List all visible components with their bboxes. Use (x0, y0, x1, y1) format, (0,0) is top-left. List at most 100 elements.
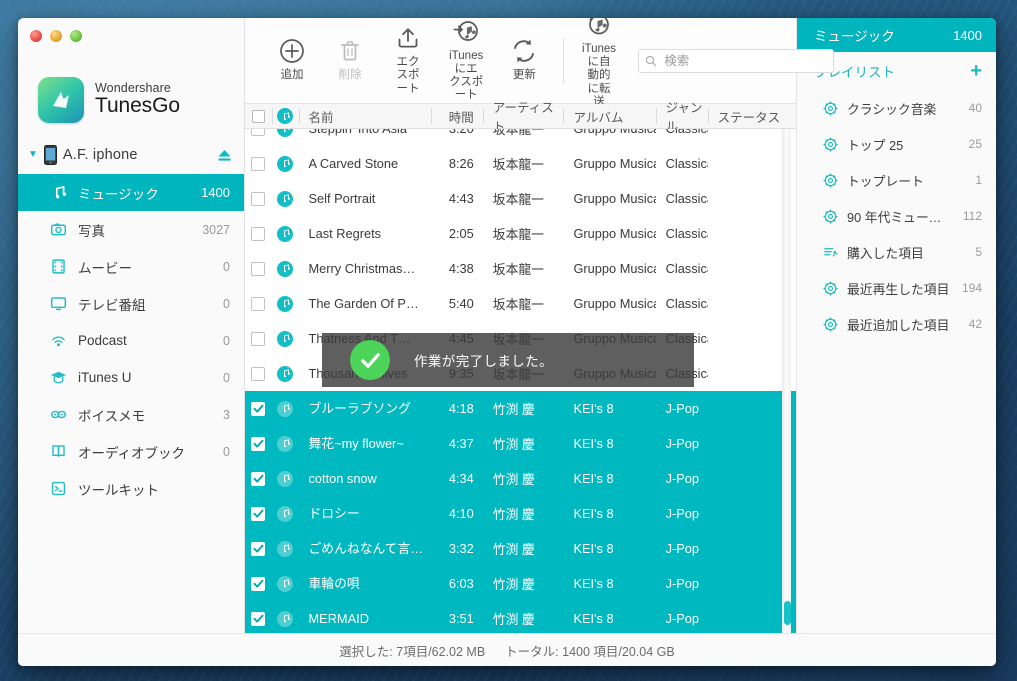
table-row[interactable]: Steppin' Into Asia3:20 坂本龍一 Gruppo Musical… (245, 129, 796, 146)
eject-icon[interactable] (217, 149, 232, 162)
close-window-button[interactable] (30, 30, 42, 42)
table-row[interactable]: The Garden Of P… 5:40 坂本龍一 Gruppo Musicale C… (245, 286, 796, 321)
playlist-item-7[interactable]: 最近追加した項目 42 (797, 306, 996, 342)
table-row[interactable]: A Carved Stone 8:26 坂本龍一 Gruppo Musicale Cla… (245, 146, 796, 181)
track-list-scrollbar[interactable] (782, 129, 791, 633)
row-genre: J-Pop (665, 576, 700, 591)
table-row[interactable]: Merry Christmas… 4:38 坂本龍一 Gruppo Musicale C… (245, 251, 796, 286)
table-row[interactable]: ドロシー 4:10 竹渕 慶 KEI's 8 J-Pop (245, 496, 796, 531)
table-row[interactable]: MERMAID 3:51 竹渕 慶 KEI's 8 J-Pop (245, 601, 796, 633)
film-icon (52, 259, 65, 274)
row-checkbox[interactable] (251, 331, 266, 346)
sidebar-item-9[interactable]: ツールキット (18, 470, 244, 507)
row-select-cell[interactable] (245, 391, 272, 426)
row-select-cell[interactable] (245, 216, 272, 251)
search-input[interactable] (638, 48, 835, 73)
purchased-list-icon (823, 245, 838, 260)
column-header-artist[interactable]: アーティスト (482, 101, 564, 134)
row-checkbox[interactable] (251, 436, 266, 451)
select-all-cell[interactable] (245, 104, 272, 128)
row-select-cell[interactable] (245, 146, 272, 181)
toolbar-button-4[interactable]: iTunesにエクスポート (437, 19, 495, 103)
track-list-area: Steppin' Into Asia3:20 坂本龍一 Gruppo Musical… (245, 129, 796, 633)
playlist-item-6[interactable]: 最近再生した項目 194 (797, 270, 996, 306)
row-select-cell[interactable] (245, 566, 272, 601)
playlist-item-2[interactable]: トップ 25 25 (797, 126, 996, 162)
row-checkbox[interactable] (251, 191, 266, 206)
row-checkbox[interactable] (251, 611, 266, 626)
playlist-item-1[interactable]: クラシック音楽 40 (797, 90, 996, 126)
row-select-cell[interactable] (245, 496, 272, 531)
row-artist: 竹渕 慶 (492, 542, 535, 557)
sidebar-item-3[interactable]: ムービー 0 (18, 248, 244, 285)
row-checkbox[interactable] (251, 366, 266, 381)
playlist-item-4[interactable]: 90 年代ミュージ… 112 (797, 198, 996, 234)
row-checkbox[interactable] (251, 506, 266, 521)
sidebar-item-4[interactable]: テレビ番組 0 (18, 285, 244, 322)
row-checkbox[interactable] (251, 129, 266, 136)
search-box[interactable] (638, 48, 835, 73)
table-row[interactable]: ごめんねなんて言… 3:32 竹渕 慶 KEI's 8 J-Pop (245, 531, 796, 566)
column-header-name[interactable]: 名前 (298, 104, 431, 128)
toolbar-button-6[interactable]: iTunesに自動的に転送 (570, 18, 628, 109)
add-playlist-icon[interactable]: + (970, 61, 982, 81)
sidebar-item-2[interactable]: 写真 3027 (18, 211, 244, 248)
row-checkbox[interactable] (251, 296, 266, 311)
column-header-genre[interactable]: ジャンル (655, 101, 708, 134)
column-header-time[interactable]: 時間 (430, 104, 483, 128)
row-checkbox[interactable] (251, 471, 266, 486)
row-select-cell[interactable] (245, 531, 272, 566)
row-album: Gruppo Musicale (573, 296, 655, 311)
sidebar-item-1[interactable]: ミュージック 1400 (18, 174, 244, 211)
row-select-cell[interactable] (245, 461, 272, 496)
sidebar-item-8[interactable]: オーディオブック 0 (18, 433, 244, 470)
table-row[interactable]: Last Regrets 2:05 坂本龍一 Gruppo Musicale Class… (245, 216, 796, 251)
toolbar-button-5[interactable]: 更新 (495, 38, 553, 82)
row-select-cell[interactable] (245, 321, 272, 356)
playlist-item-5[interactable]: 購入した項目 5 (797, 234, 996, 270)
column-header-status[interactable]: ステータス (707, 104, 796, 128)
table-row[interactable]: ブルーラブソング 4:18 竹渕 慶 KEI's 8 J-Pop (245, 391, 796, 426)
brand-company: Wondershare (95, 80, 171, 95)
row-select-cell[interactable] (245, 356, 272, 391)
table-row[interactable]: cotton snow 4:34 竹渕 慶 KEI's 8 J-Pop (245, 461, 796, 496)
table-row[interactable]: 車輪の唄 6:03 竹渕 慶 KEI's 8 J-Pop (245, 566, 796, 601)
chevron-down-icon[interactable]: ▼ (28, 150, 38, 160)
table-row[interactable]: 舞花~my flower~ 4:37 竹渕 慶 KEI's 8 J-Pop (245, 426, 796, 461)
table-row[interactable]: Self Portrait 4:43 坂本龍一 Gruppo Musicale Clas… (245, 181, 796, 216)
sidebar-item-7[interactable]: ボイスメモ 3 (18, 396, 244, 433)
row-checkbox[interactable] (251, 541, 266, 556)
row-select-cell[interactable] (245, 426, 272, 461)
row-select-cell[interactable] (245, 286, 272, 321)
row-select-cell[interactable] (245, 601, 272, 633)
sidebar-item-count: 3027 (202, 222, 230, 237)
toolbar-button-3[interactable]: エクスポート (379, 25, 437, 96)
row-artist: 坂本龍一 (492, 297, 544, 312)
minimize-window-button[interactable] (50, 30, 62, 42)
row-checkbox[interactable] (251, 156, 266, 171)
row-checkbox[interactable] (251, 226, 266, 241)
playlist-item-count: 1 (975, 173, 982, 187)
row-time: 3:51 (448, 611, 474, 626)
toolbar-button-1[interactable]: 追加 (263, 38, 321, 82)
column-header-album[interactable]: アルバム (563, 104, 655, 128)
row-checkbox[interactable] (251, 576, 266, 591)
row-type-cell (272, 216, 299, 251)
sidebar-item-count: 0 (223, 370, 230, 385)
zoom-window-button[interactable] (70, 30, 82, 42)
row-select-cell[interactable] (245, 181, 272, 216)
sidebar-item-5[interactable]: Podcast 0 (18, 322, 244, 359)
row-select-cell[interactable] (245, 129, 272, 146)
row-checkbox[interactable] (251, 401, 266, 416)
playlist-item-3[interactable]: トップレート 1 (797, 162, 996, 198)
music-note-icon (277, 400, 294, 417)
right-panel-count: 1400 (953, 27, 982, 43)
device-row[interactable]: ▼ A.F. iphone (18, 136, 244, 174)
music-note-icon (277, 330, 294, 347)
row-select-cell[interactable] (245, 251, 272, 286)
sidebar-item-6[interactable]: iTunes U 0 (18, 359, 244, 396)
row-artist: 坂本龍一 (492, 129, 544, 137)
row-checkbox[interactable] (251, 261, 266, 276)
select-all-checkbox[interactable] (251, 109, 265, 123)
scrollbar-thumb[interactable] (784, 601, 791, 625)
